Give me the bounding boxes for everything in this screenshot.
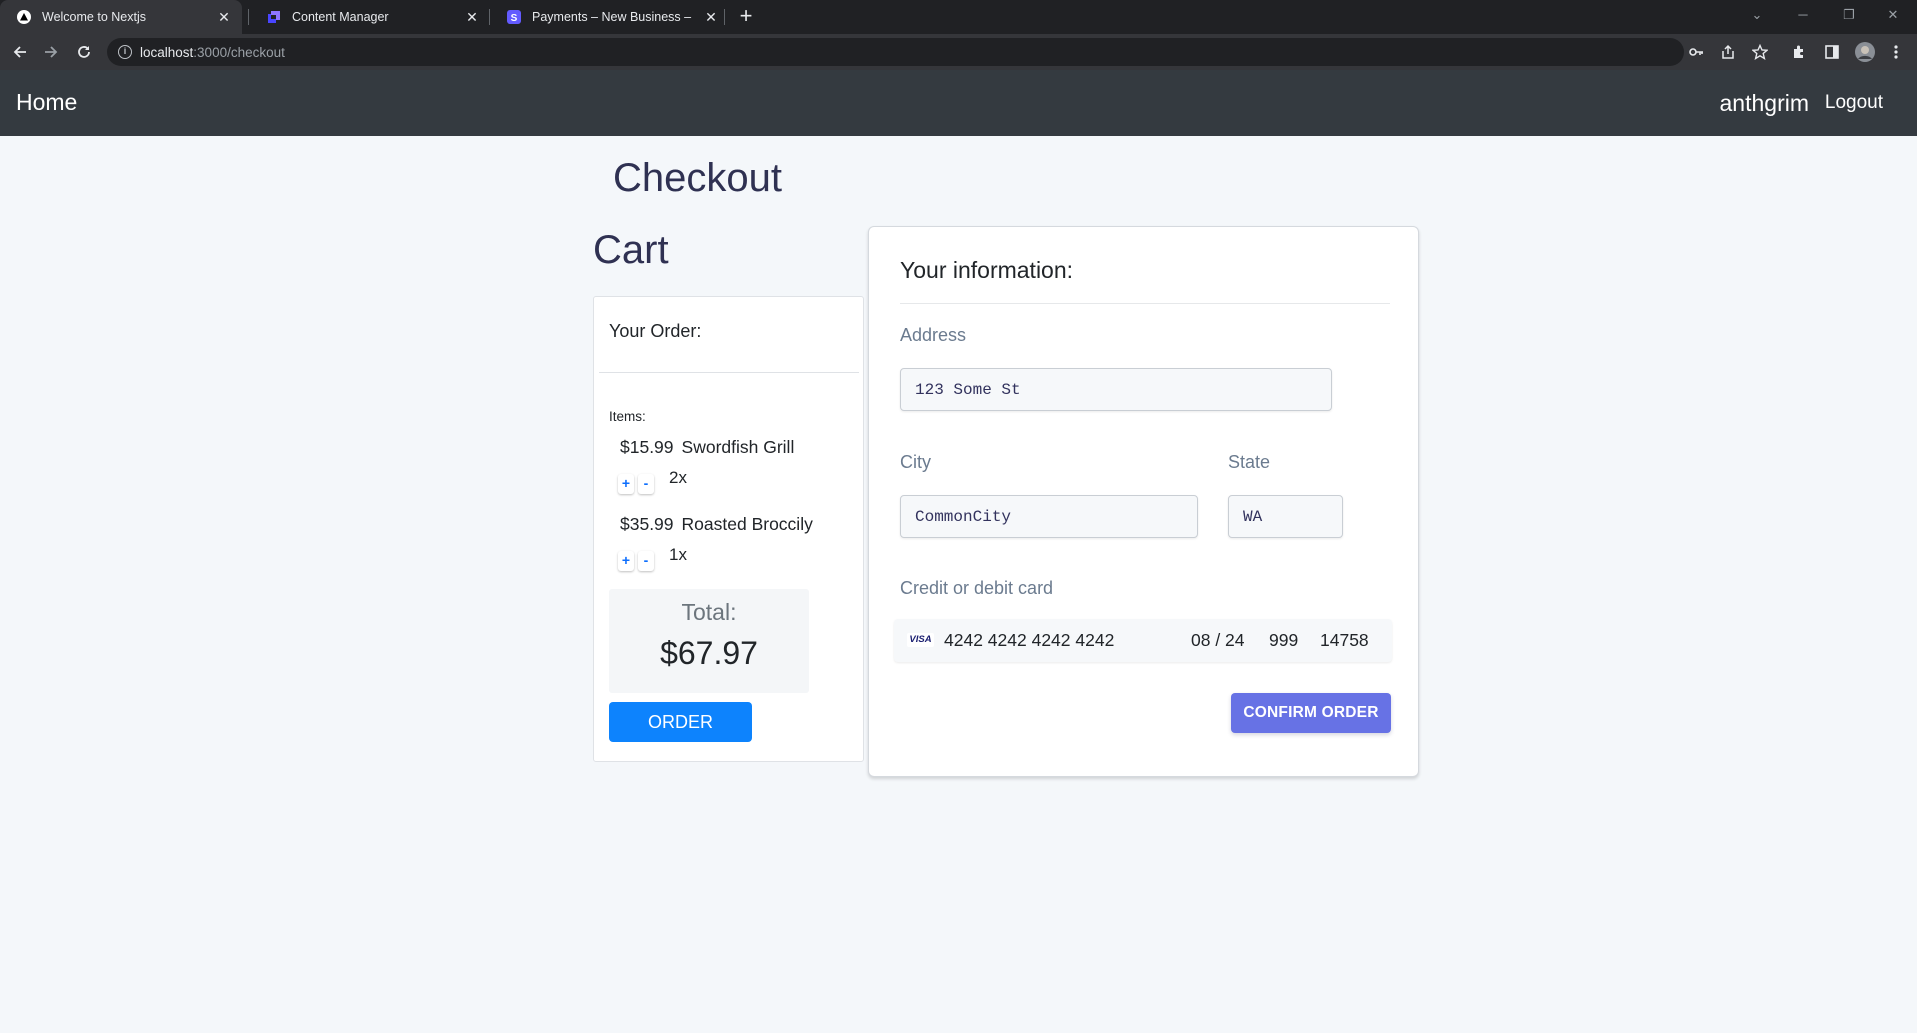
card-cvc-field[interactable]: 999 (1269, 630, 1298, 651)
state-input[interactable]: WA (1228, 495, 1343, 538)
home-link[interactable]: Home (16, 89, 77, 116)
browser-toolbar: i localhost:3000/checkout (0, 34, 1917, 70)
tab-separator (248, 9, 249, 25)
decrease-quantity-button[interactable]: - (638, 551, 654, 571)
item-price: $35.99 (620, 514, 674, 534)
share-icon[interactable] (1718, 42, 1738, 62)
visa-brand-icon: VISA (907, 633, 934, 647)
increase-quantity-button[interactable]: + (618, 551, 634, 571)
stripe-favicon-icon: S (507, 10, 521, 24)
logout-link[interactable]: Logout (1825, 92, 1883, 114)
card-expiry-field[interactable]: 08 / 24 (1191, 630, 1245, 651)
address-bar[interactable]: i localhost:3000/checkout (107, 38, 1684, 66)
tab-stripe-payments[interactable]: S Payments – New Business – Stripe ✕ (490, 0, 729, 34)
side-panel-icon[interactable] (1822, 42, 1842, 62)
new-tab-icon[interactable]: + (735, 5, 757, 28)
card-element[interactable]: VISA 4242 4242 4242 4242 08 / 24 999 147… (894, 619, 1392, 662)
strapi-favicon-icon (267, 10, 281, 24)
cart-item: $15.99 Swordfish Grill (620, 437, 794, 458)
city-input[interactable]: CommonCity (900, 495, 1198, 538)
browser-tab-strip: Welcome to Nextjs ✕ Content Manager ✕ S … (0, 0, 1917, 34)
tab-close-icon[interactable]: ✕ (464, 9, 480, 25)
cart-title: Cart (593, 228, 669, 272)
tab-title: Content Manager (292, 10, 389, 24)
address-input[interactable]: 123 Some St (900, 368, 1332, 411)
divider (599, 372, 859, 373)
profile-avatar-icon[interactable] (1855, 42, 1875, 62)
username: anthgrim (1719, 90, 1809, 116)
card-zip-field[interactable]: 14758 (1320, 630, 1369, 651)
tab-search-icon[interactable]: ⌄ (1744, 4, 1770, 26)
item-name: Swordfish Grill (681, 437, 795, 457)
state-label: State (1228, 452, 1271, 472)
card-label: Credit or debit card (900, 578, 1054, 598)
card-number-field[interactable]: 4242 4242 4242 4242 (944, 630, 1114, 651)
svg-text:S: S (511, 13, 518, 24)
information-card: Your information: Address 123 Some St Ci… (868, 226, 1419, 777)
tab-close-icon[interactable]: ✕ (216, 9, 232, 25)
minimize-icon[interactable]: ─ (1790, 4, 1816, 26)
items-label: Items: (609, 409, 646, 424)
information-heading: Your information: (900, 257, 1074, 283)
tab-title: Payments – New Business – Stripe (532, 10, 693, 24)
increase-quantity-button[interactable]: + (618, 474, 634, 494)
reload-icon[interactable] (72, 40, 96, 64)
cart-item: $35.99 Roasted Broccily (620, 514, 813, 535)
address-label: Address (900, 325, 967, 345)
confirm-order-button[interactable]: CONFIRM ORDER (1231, 693, 1391, 733)
total-box: Total: $67.97 (609, 589, 809, 693)
back-icon[interactable] (8, 40, 32, 64)
total-value: $67.97 (660, 635, 758, 671)
tab-title: Welcome to Nextjs (42, 10, 146, 24)
extensions-icon[interactable] (1789, 42, 1809, 62)
menu-kebab-icon[interactable] (1886, 42, 1906, 62)
url-path: :3000/checkout (193, 44, 285, 60)
total-label: Total: (681, 599, 737, 625)
key-icon[interactable] (1686, 42, 1706, 62)
site-info-icon[interactable]: i (118, 45, 132, 59)
bookmark-star-icon[interactable] (1750, 42, 1770, 62)
tab-content-manager[interactable]: Content Manager ✕ (250, 0, 490, 34)
item-quantity: 1x (669, 545, 687, 564)
item-name: Roasted Broccily (681, 514, 813, 534)
close-window-icon[interactable]: ✕ (1880, 4, 1906, 26)
order-heading: Your Order: (609, 321, 702, 341)
forward-icon[interactable] (39, 40, 63, 64)
decrease-quantity-button[interactable]: - (638, 474, 654, 494)
restore-icon[interactable]: ❐ (1836, 4, 1862, 26)
page-title: Checkout (613, 156, 782, 200)
order-card: Your Order: Items: $15.99 Swordfish Grill… (593, 296, 864, 762)
item-quantity: 2x (669, 468, 687, 487)
app-navbar: Home anthgrim Logout (0, 70, 1917, 136)
tab-separator (724, 9, 725, 25)
nextjs-favicon-icon (17, 10, 31, 24)
item-price: $15.99 (620, 437, 674, 457)
tab-close-icon[interactable]: ✕ (703, 9, 719, 25)
city-label: City (900, 452, 931, 472)
url-host: localhost (140, 44, 194, 60)
tab-welcome[interactable]: Welcome to Nextjs ✕ (0, 0, 242, 34)
divider (900, 303, 1390, 304)
order-button[interactable]: ORDER (609, 702, 752, 742)
